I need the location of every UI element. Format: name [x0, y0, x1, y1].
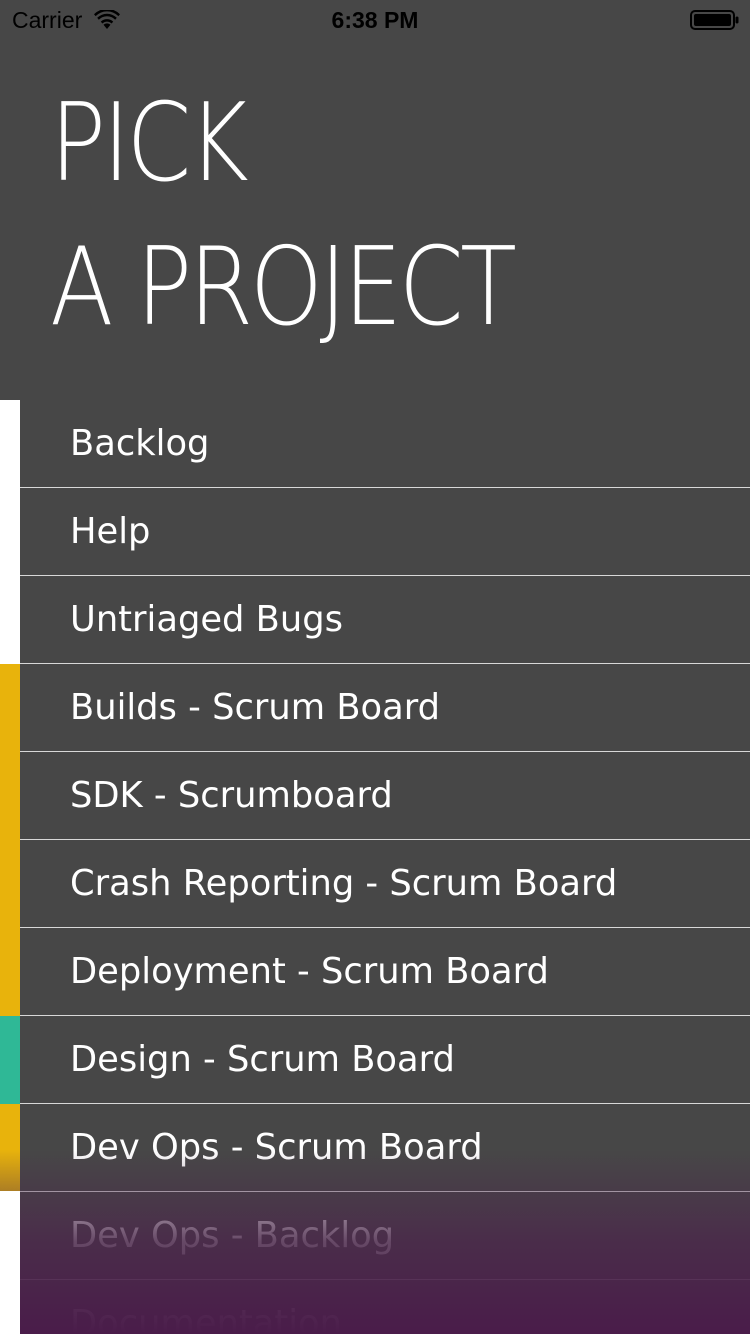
project-row[interactable]: Documentation: [0, 1280, 750, 1334]
project-row[interactable]: Untriaged Bugs: [0, 576, 750, 664]
project-label: SDK - Scrumboard: [70, 775, 393, 816]
project-label: Dev Ops - Backlog: [70, 1215, 395, 1256]
row-body: Builds - Scrum Board: [20, 664, 750, 752]
row-color-stripe: [0, 576, 20, 664]
project-row[interactable]: Backlog: [0, 400, 750, 488]
project-list: Backlog Help Untriaged Bugs Builds - Scrum …: [0, 400, 750, 1334]
project-label: Untriaged Bugs: [70, 599, 343, 640]
project-label: Help: [70, 511, 151, 552]
row-color-stripe: [0, 928, 20, 1016]
project-row[interactable]: Deployment - Scrum Board: [0, 928, 750, 1016]
row-color-stripe: [0, 664, 20, 752]
row-color-stripe: [0, 1280, 20, 1334]
row-color-stripe: [0, 400, 20, 488]
project-label: Deployment - Scrum Board: [70, 951, 549, 992]
project-label: Dev Ops - Scrum Board: [70, 1127, 483, 1168]
row-body: Dev Ops - Scrum Board: [20, 1104, 750, 1192]
project-row[interactable]: Help: [0, 488, 750, 576]
project-label: Documentation: [70, 1303, 342, 1334]
row-color-stripe: [0, 752, 20, 840]
row-color-stripe: [0, 1192, 20, 1280]
project-label: Design - Scrum Board: [70, 1039, 455, 1080]
project-label: Builds - Scrum Board: [70, 687, 441, 728]
row-color-stripe: [0, 488, 20, 576]
project-row[interactable]: Crash Reporting - Scrum Board: [0, 840, 750, 928]
project-row[interactable]: SDK - Scrumboard: [0, 752, 750, 840]
row-body: Untriaged Bugs: [20, 576, 750, 664]
row-body: Help: [20, 488, 750, 576]
page-title: PICK A PROJECT: [50, 72, 517, 360]
project-row[interactable]: Dev Ops - Backlog: [0, 1192, 750, 1280]
row-color-stripe: [0, 1016, 20, 1104]
page-title-line-1: PICK: [50, 81, 249, 206]
page-title-line-2: A PROJECT: [50, 225, 517, 350]
battery-icon: [690, 10, 739, 30]
status-bar: Carrier 6:38 PM: [0, 0, 750, 40]
row-body: Documentation: [20, 1280, 750, 1334]
row-body: Dev Ops - Backlog: [20, 1192, 750, 1280]
project-row[interactable]: Builds - Scrum Board: [0, 664, 750, 752]
project-label: Crash Reporting - Scrum Board: [70, 863, 618, 904]
project-label: Backlog: [70, 423, 210, 464]
row-body: Deployment - Scrum Board: [20, 928, 750, 1016]
project-row[interactable]: Dev Ops - Scrum Board: [0, 1104, 750, 1192]
row-body: Backlog: [20, 400, 750, 488]
row-body: SDK - Scrumboard: [20, 752, 750, 840]
project-row[interactable]: Design - Scrum Board: [0, 1016, 750, 1104]
status-time: 6:38 PM: [331, 7, 419, 33]
row-color-stripe: [0, 1104, 20, 1192]
row-body: Design - Scrum Board: [20, 1016, 750, 1104]
row-body: Crash Reporting - Scrum Board: [20, 840, 750, 928]
app-screen: Carrier 6:38 PM PICK A PROJECT Backlog He…: [0, 0, 750, 1334]
row-color-stripe: [0, 840, 20, 928]
